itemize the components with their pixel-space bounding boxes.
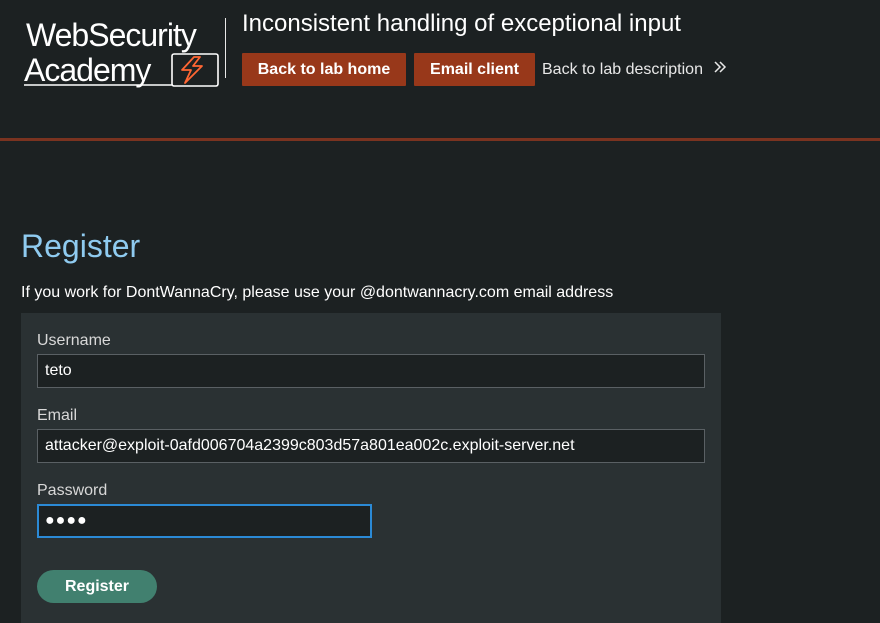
email-input[interactable]: attacker@exploit-0afd006704a2399c803d57a… [37, 429, 705, 463]
password-input[interactable]: ●●●● [37, 504, 372, 538]
username-input[interactable]: teto [37, 354, 705, 388]
site-header: WebSecurity Academy Inconsistent handlin… [0, 0, 880, 139]
register-button[interactable]: Register [37, 570, 157, 603]
username-label: Username [37, 332, 111, 349]
back-to-lab-description-link[interactable]: Back to lab description [542, 53, 727, 86]
back-to-lab-description-label: Back to lab description [542, 61, 703, 78]
email-label: Email [37, 407, 78, 424]
lab-title: Inconsistent handling of exceptional inp… [242, 10, 681, 37]
email-client-button[interactable]: Email client [414, 53, 535, 86]
logo-divider [225, 18, 226, 78]
header-divider [0, 138, 880, 141]
page-title: Register [21, 228, 141, 264]
lightning-bolt-icon [171, 53, 219, 87]
logo-line-1: WebSecurity [26, 17, 197, 53]
back-to-lab-home-button[interactable]: Back to lab home [242, 53, 406, 86]
password-label: Password [37, 482, 108, 499]
logo-line-2: Academy [24, 52, 151, 88]
logo-graphic: WebSecurity Academy [24, 17, 219, 88]
register-intro-text: If you work for DontWannaCry, please use… [21, 284, 614, 301]
web-security-academy-logo[interactable]: WebSecurity Academy [22, 16, 224, 90]
double-chevron-right-icon [713, 53, 727, 86]
